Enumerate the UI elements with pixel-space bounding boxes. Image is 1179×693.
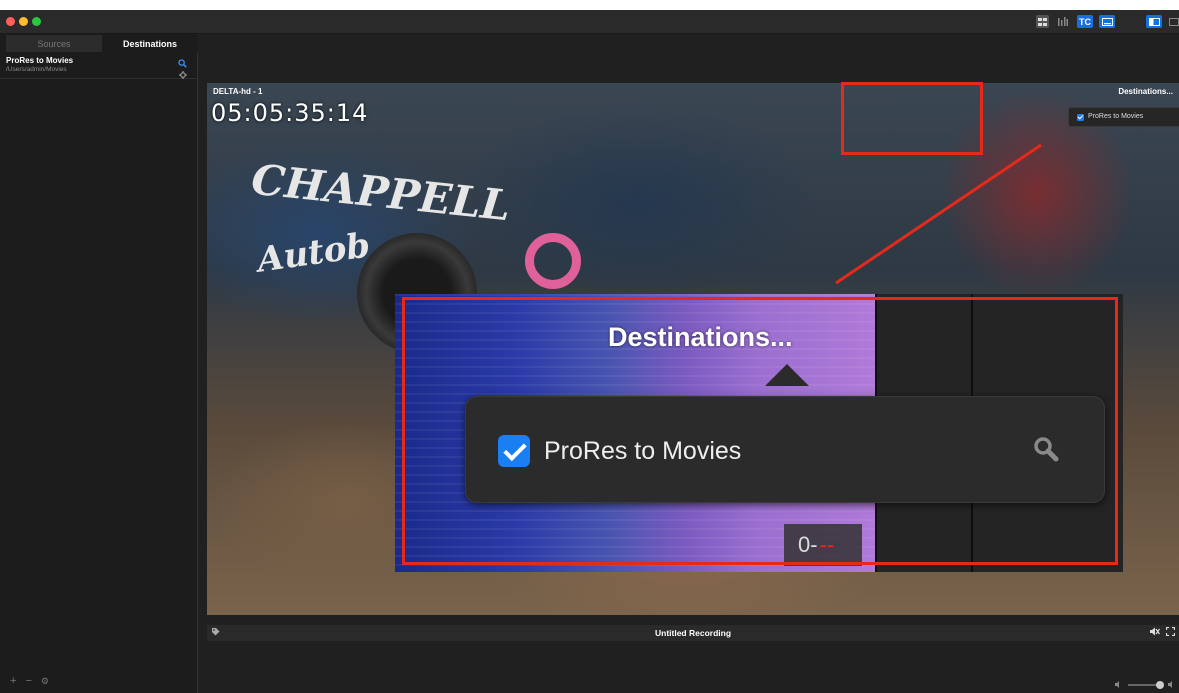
highlight-box-zoom: [402, 297, 1118, 565]
app-window: TC Sources Destinations ProRes to Movies…: [0, 10, 1179, 693]
